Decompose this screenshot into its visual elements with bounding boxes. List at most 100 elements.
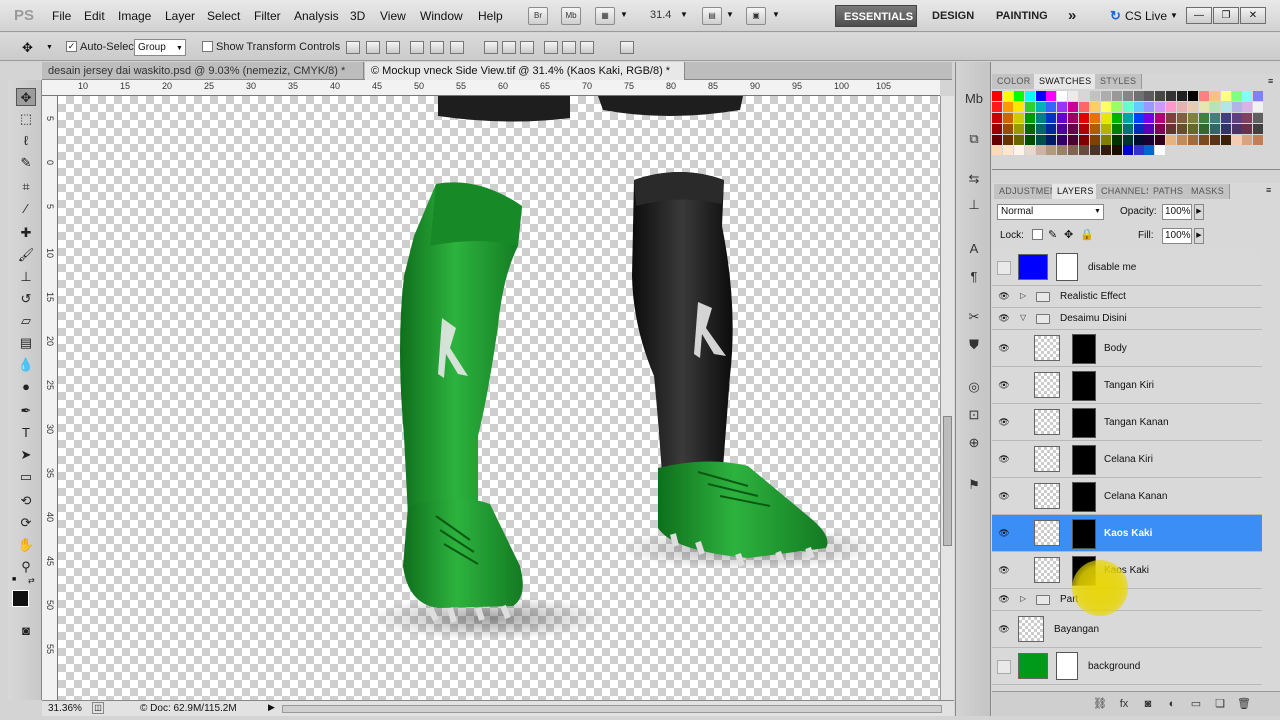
history-brush-tool-icon[interactable]: ↺: [16, 290, 36, 308]
layer-row[interactable]: 👁 ▷ Realistic Effect: [992, 286, 1262, 308]
menu-view[interactable]: View: [380, 9, 406, 23]
adjustment-layer-icon[interactable]: ◐: [1164, 697, 1180, 711]
menu-analysis[interactable]: Analysis: [294, 9, 339, 23]
swatch[interactable]: [1024, 112, 1035, 123]
align-right-icon[interactable]: [450, 41, 464, 54]
visibility-toggle[interactable]: 👁: [997, 593, 1011, 607]
new-group-icon[interactable]: ▭: [1188, 697, 1204, 711]
lock-position-icon[interactable]: ✥: [1064, 228, 1073, 241]
swatch[interactable]: [1253, 134, 1264, 145]
swatch[interactable]: [1144, 91, 1155, 101]
marquee-tool-icon[interactable]: ⬚: [16, 110, 36, 128]
swatch[interactable]: [1079, 145, 1090, 156]
swatch[interactable]: [1013, 91, 1024, 101]
visibility-toggle[interactable]: 👁: [997, 623, 1011, 637]
swatch[interactable]: [992, 123, 1002, 134]
swatch[interactable]: [1046, 112, 1057, 123]
fill-field[interactable]: 100%: [1162, 228, 1192, 244]
swatch[interactable]: [1035, 112, 1046, 123]
crop-tool-icon[interactable]: ⌗: [16, 178, 36, 196]
swatch[interactable]: [1209, 123, 1220, 134]
mini-bridge-icon[interactable]: Mb: [962, 88, 986, 110]
swatch[interactable]: [1090, 145, 1101, 156]
swatch[interactable]: [1231, 123, 1242, 134]
close-button[interactable]: ✕: [1240, 7, 1266, 24]
swatch[interactable]: [1035, 145, 1046, 156]
workspace-painting-button[interactable]: PAINTING: [988, 5, 1056, 27]
swatch[interactable]: [1024, 123, 1035, 134]
info-panel-icon[interactable]: ⊕: [962, 432, 986, 454]
swatch[interactable]: [1198, 91, 1209, 101]
swatch[interactable]: [1035, 123, 1046, 134]
horizontal-ruler[interactable]: 10 15 20 25 30 35 40 45 50 55 60 65 70 75 80 85 90 95 100 1…: [42, 80, 940, 96]
distribute-right-icon[interactable]: [580, 41, 594, 54]
swatch[interactable]: [1209, 101, 1220, 112]
vertical-ruler[interactable]: 5 0 5 10 15 20 25 30 35 40 45 50 55: [42, 96, 58, 700]
swatch[interactable]: [1177, 91, 1188, 101]
swatch[interactable]: [1002, 145, 1013, 156]
swatch[interactable]: [1013, 112, 1024, 123]
visibility-toggle[interactable]: 👁: [997, 453, 1011, 467]
auto-align-icon[interactable]: [620, 41, 634, 54]
opacity-slider-icon[interactable]: ▶: [1194, 204, 1204, 220]
swatch[interactable]: [1035, 91, 1046, 101]
zoom-dropdown-icon[interactable]: ▼: [680, 10, 688, 19]
launch-mini-bridge-button[interactable]: Mb: [561, 7, 581, 25]
distribute-left-icon[interactable]: [544, 41, 558, 54]
swatch[interactable]: [1122, 91, 1133, 101]
swatch[interactable]: [1209, 134, 1220, 145]
view-extras-dropdown-icon[interactable]: ▼: [620, 10, 628, 19]
swatch[interactable]: [1144, 101, 1155, 112]
swatch[interactable]: [1144, 112, 1155, 123]
menu-window[interactable]: Window: [420, 9, 463, 23]
swatch[interactable]: [1220, 91, 1231, 101]
swatch[interactable]: [992, 145, 1002, 156]
layer-row[interactable]: 👁 Tangan Kiri: [992, 367, 1262, 404]
swatch[interactable]: [1057, 123, 1068, 134]
swatch[interactable]: [1090, 123, 1101, 134]
swatch[interactable]: [1002, 101, 1013, 112]
swatch[interactable]: [1188, 91, 1199, 101]
swatch[interactable]: [1198, 123, 1209, 134]
swatch[interactable]: [1068, 112, 1079, 123]
paragraph-panel-icon[interactable]: ¶: [962, 266, 986, 288]
swatch[interactable]: [1166, 101, 1177, 112]
align-left-icon[interactable]: [410, 41, 424, 54]
swatch[interactable]: [1111, 91, 1122, 101]
swatch[interactable]: [1253, 123, 1264, 134]
swatch[interactable]: [992, 101, 1002, 112]
layer-row[interactable]: disable me: [992, 249, 1262, 286]
layer-row[interactable]: 👁 Celana Kiri: [992, 441, 1262, 478]
swatch[interactable]: [1155, 91, 1166, 101]
swatch[interactable]: [1253, 91, 1264, 101]
notes-panel-icon[interactable]: ⚑: [962, 474, 986, 496]
swatch[interactable]: [1079, 91, 1090, 101]
canvas-vertical-scrollbar[interactable]: [940, 96, 954, 700]
zoom-level-dropdown[interactable]: 31.4: [650, 9, 671, 21]
move-tool-preset-icon[interactable]: ✥: [22, 40, 33, 56]
swatch[interactable]: [1024, 134, 1035, 145]
swatch[interactable]: [1057, 101, 1068, 112]
fill-slider-icon[interactable]: ▶: [1194, 228, 1204, 244]
swatch[interactable]: [1035, 101, 1046, 112]
3d-panel-icon[interactable]: ◎: [962, 376, 986, 398]
swatch[interactable]: [1111, 145, 1122, 156]
swatch[interactable]: [1100, 101, 1111, 112]
cs-live-button[interactable]: CS Live: [1125, 9, 1167, 23]
layer-mask-thumbnail[interactable]: [1072, 407, 1096, 438]
align-hcenter-icon[interactable]: [430, 41, 444, 54]
swatch[interactable]: [1068, 134, 1079, 145]
swatch[interactable]: [1046, 91, 1057, 101]
swatch[interactable]: [1035, 134, 1046, 145]
distribute-vcenter-icon[interactable]: [502, 41, 516, 54]
quick-selection-tool-icon[interactable]: ✎: [16, 154, 36, 172]
swatch[interactable]: [1002, 123, 1013, 134]
swatch[interactable]: [1079, 134, 1090, 145]
visibility-toggle[interactable]: 👁: [997, 527, 1011, 541]
workspace-essentials-button[interactable]: ESSENTIALS: [835, 5, 917, 27]
swatch[interactable]: [1046, 145, 1057, 156]
path-selection-tool-icon[interactable]: ➤: [16, 446, 36, 464]
swatch[interactable]: [1177, 123, 1188, 134]
swatch[interactable]: [1155, 134, 1166, 145]
launch-bridge-button[interactable]: Br: [528, 7, 548, 25]
